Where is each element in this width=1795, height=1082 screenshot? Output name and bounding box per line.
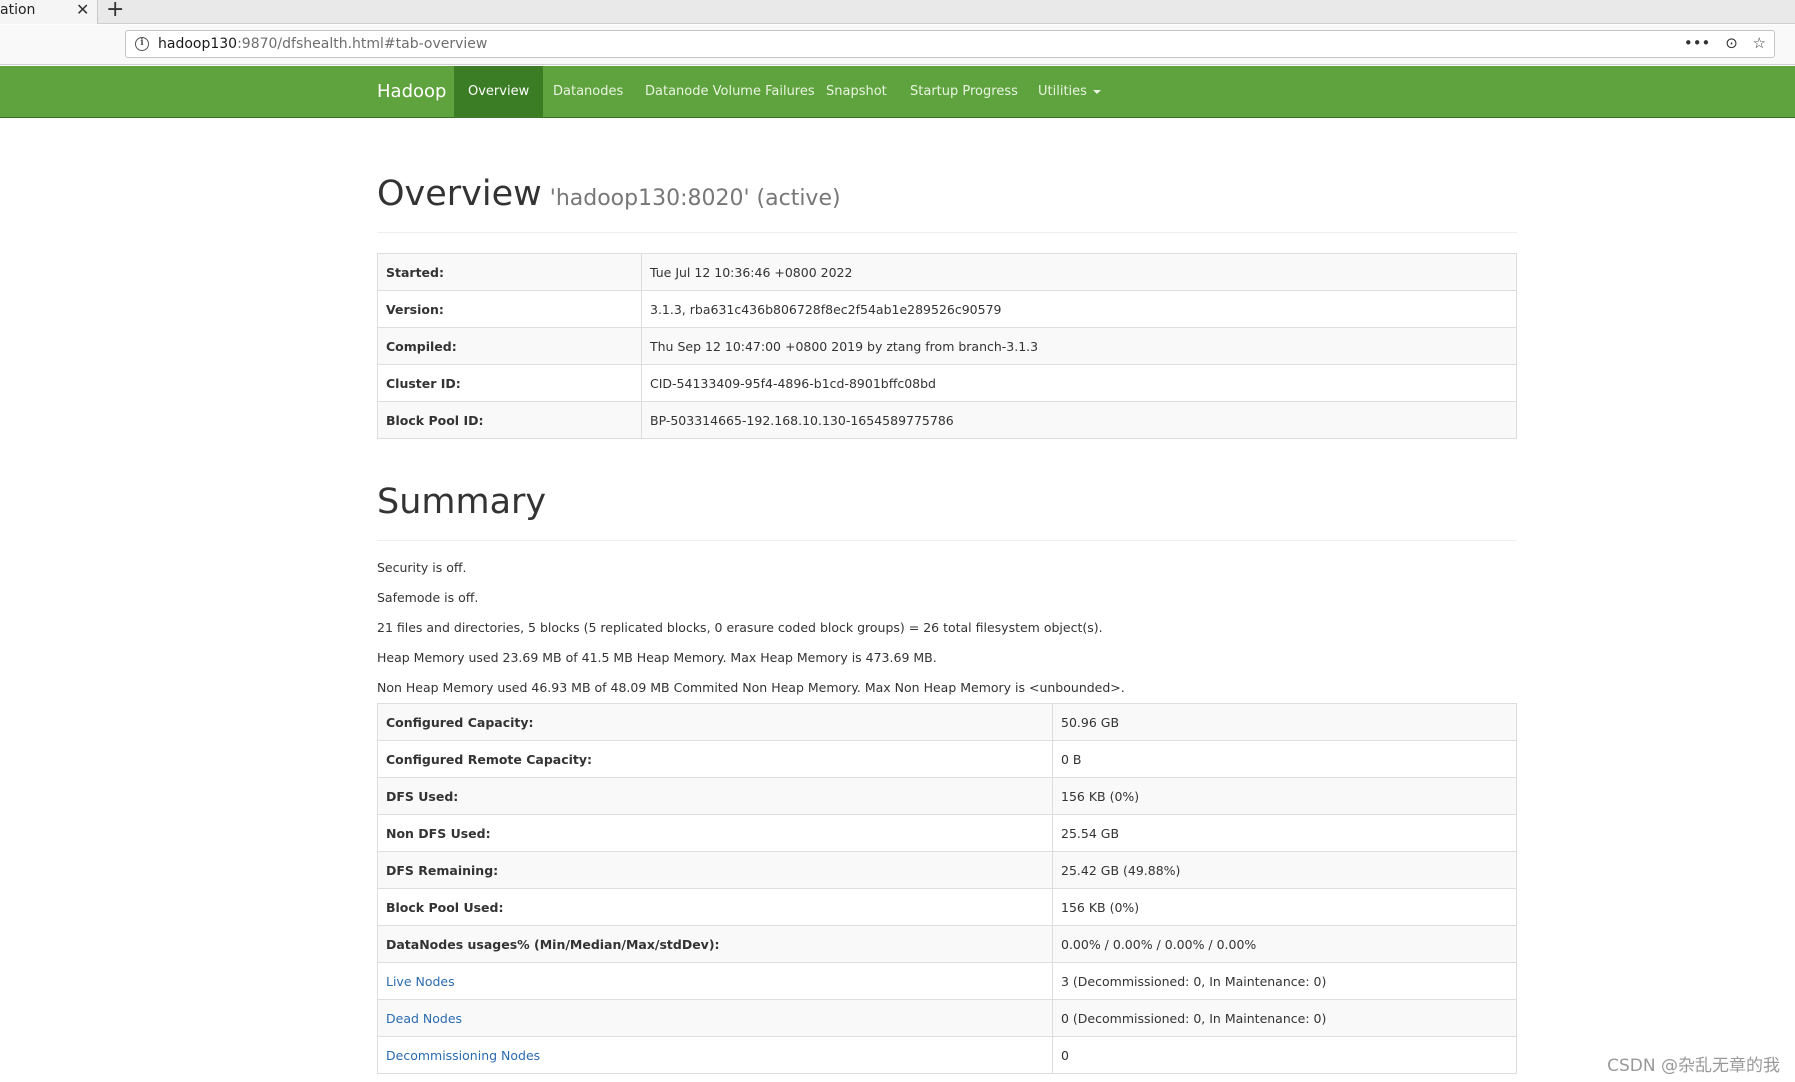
summary-line-heap: Heap Memory used 23.69 MB of 41.5 MB Hea… bbox=[377, 650, 937, 665]
nav-startup-progress[interactable]: Startup Progress bbox=[896, 66, 1032, 118]
page-actions-icon[interactable]: ••• bbox=[1684, 34, 1711, 52]
nav-snapshot[interactable]: Snapshot bbox=[812, 66, 901, 118]
summary-line-files: 21 files and directories, 5 blocks (5 re… bbox=[377, 620, 1103, 635]
url-actions: ••• ⊙ ☆ bbox=[1674, 34, 1766, 52]
row-value: 25.42 GB (49.88%) bbox=[1052, 851, 1517, 889]
row-value: 50.96 GB bbox=[1052, 703, 1517, 741]
main-content: Overview 'hadoop130:8020' (active) Starte… bbox=[377, 118, 1517, 1074]
table-row: Live Nodes 3 (Decommissioned: 0, In Maint… bbox=[377, 962, 1517, 1000]
chevron-down-icon bbox=[1092, 89, 1101, 94]
browser-tab[interactable]: ation ✕ bbox=[0, 0, 98, 24]
row-value: 156 KB (0%) bbox=[1052, 777, 1517, 815]
row-label: Block Pool Used: bbox=[377, 888, 1053, 926]
table-row: Compiled: Thu Sep 12 10:47:00 +0800 2019 … bbox=[377, 327, 1517, 365]
overview-subtitle: 'hadoop130:8020' (active) bbox=[549, 186, 841, 211]
row-label: Cluster ID: bbox=[377, 364, 642, 402]
row-label: Block Pool ID: bbox=[377, 401, 642, 439]
table-row: Started: Tue Jul 12 10:36:46 +0800 2022 bbox=[377, 253, 1517, 291]
browser-toolbar: i hadoop130:9870/dfshealth.html#tab-over… bbox=[0, 25, 1795, 65]
table-row: Configured Remote Capacity: 0 B bbox=[377, 740, 1517, 778]
table-row: Version: 3.1.3, rba631c436b806728f8ec2f54… bbox=[377, 290, 1517, 328]
row-label: DFS Used: bbox=[377, 777, 1053, 815]
nav-overview[interactable]: Overview bbox=[454, 66, 544, 118]
live-nodes-cell: Live Nodes bbox=[377, 962, 1053, 1000]
watermark: CSDN @杂乱无章的我 bbox=[1607, 1056, 1780, 1076]
row-label: DFS Remaining: bbox=[377, 851, 1053, 889]
new-tab-icon[interactable]: + bbox=[106, 0, 124, 22]
row-value: 156 KB (0%) bbox=[1052, 888, 1517, 926]
overview-table: Started: Tue Jul 12 10:36:46 +0800 2022 V… bbox=[377, 253, 1517, 439]
url-bar[interactable]: i hadoop130:9870/dfshealth.html#tab-over… bbox=[125, 30, 1775, 58]
pocket-icon[interactable]: ⊙ bbox=[1725, 34, 1738, 52]
table-row: DFS Remaining: 25.42 GB (49.88%) bbox=[377, 851, 1517, 889]
row-value: 25.54 GB bbox=[1052, 814, 1517, 852]
table-row: Decommissioning Nodes 0 bbox=[377, 1036, 1517, 1074]
row-value: CID-54133409-95f4-4896-b1cd-8901bffc08bd bbox=[641, 364, 1517, 402]
summary-line-security: Security is off. bbox=[377, 560, 467, 575]
table-row: Configured Capacity: 50.96 GB bbox=[377, 703, 1517, 741]
bookmark-star-icon[interactable]: ☆ bbox=[1753, 34, 1766, 52]
browser-tab-title: ation bbox=[0, 2, 36, 18]
decommissioning-nodes-cell: Decommissioning Nodes bbox=[377, 1036, 1053, 1074]
row-label: Non DFS Used: bbox=[377, 814, 1053, 852]
table-row: Block Pool ID: BP-503314665-192.168.10.13… bbox=[377, 401, 1517, 439]
dead-nodes-link[interactable]: Dead Nodes bbox=[386, 1011, 462, 1026]
table-row: Dead Nodes 0 (Decommissioned: 0, In Maint… bbox=[377, 999, 1517, 1037]
table-row: DFS Used: 156 KB (0%) bbox=[377, 777, 1517, 815]
live-nodes-link[interactable]: Live Nodes bbox=[386, 974, 455, 989]
nav-datanode-volume-failures[interactable]: Datanode Volume Failures bbox=[631, 66, 829, 118]
nav-datanodes[interactable]: Datanodes bbox=[539, 66, 637, 118]
url-path: :9870/dfshealth.html#tab-overview bbox=[237, 36, 488, 52]
site-info-icon[interactable]: i bbox=[135, 37, 149, 51]
table-row: DataNodes usages% (Min/Median/Max/stdDev… bbox=[377, 925, 1517, 963]
hadoop-navbar: Hadoop Overview Datanodes Datanode Volum… bbox=[0, 66, 1795, 118]
row-value: 3 (Decommissioned: 0, In Maintenance: 0) bbox=[1052, 962, 1517, 1000]
navbar-brand[interactable]: Hadoop bbox=[377, 81, 446, 102]
table-row: Non DFS Used: 25.54 GB bbox=[377, 814, 1517, 852]
summary-table: Configured Capacity: 50.96 GB Configured … bbox=[377, 703, 1517, 1074]
url-text[interactable]: hadoop130:9870/dfshealth.html#tab-overvi… bbox=[158, 36, 487, 52]
row-value: 0.00% / 0.00% / 0.00% / 0.00% bbox=[1052, 925, 1517, 963]
row-label: Started: bbox=[377, 253, 642, 291]
row-value: 3.1.3, rba631c436b806728f8ec2f54ab1e2895… bbox=[641, 290, 1517, 328]
table-row: Cluster ID: CID-54133409-95f4-4896-b1cd-8… bbox=[377, 364, 1517, 402]
row-value: 0 B bbox=[1052, 740, 1517, 778]
dead-nodes-cell: Dead Nodes bbox=[377, 999, 1053, 1037]
browser-tab-bar: ation ✕ + bbox=[0, 0, 1795, 24]
nav-utilities-label: Utilities bbox=[1038, 84, 1087, 99]
decommissioning-nodes-link[interactable]: Decommissioning Nodes bbox=[386, 1048, 540, 1063]
row-value: BP-503314665-192.168.10.130-165458977578… bbox=[641, 401, 1517, 439]
url-host: hadoop130 bbox=[158, 36, 238, 52]
summary-header: Summary bbox=[377, 482, 1517, 541]
row-label: Configured Remote Capacity: bbox=[377, 740, 1053, 778]
summary-lines: Security is off. Safemode is off. 21 fil… bbox=[377, 559, 1517, 709]
row-value: Tue Jul 12 10:36:46 +0800 2022 bbox=[641, 253, 1517, 291]
nav-utilities[interactable]: Utilities bbox=[1024, 66, 1115, 118]
close-tab-icon[interactable]: ✕ bbox=[76, 0, 89, 19]
row-value: 0 (Decommissioned: 0, In Maintenance: 0) bbox=[1052, 999, 1517, 1037]
row-value: Thu Sep 12 10:47:00 +0800 2019 by ztang … bbox=[641, 327, 1517, 365]
table-row: Block Pool Used: 156 KB (0%) bbox=[377, 888, 1517, 926]
summary-line-safemode: Safemode is off. bbox=[377, 590, 479, 605]
row-value: 0 bbox=[1052, 1036, 1517, 1074]
row-label: Version: bbox=[377, 290, 642, 328]
overview-header: Overview 'hadoop130:8020' (active) bbox=[377, 174, 1517, 233]
row-label: DataNodes usages% (Min/Median/Max/stdDev… bbox=[377, 925, 1053, 963]
summary-title: Summary bbox=[377, 482, 547, 522]
row-label: Configured Capacity: bbox=[377, 703, 1053, 741]
overview-title: Overview bbox=[377, 174, 542, 214]
row-label: Compiled: bbox=[377, 327, 642, 365]
